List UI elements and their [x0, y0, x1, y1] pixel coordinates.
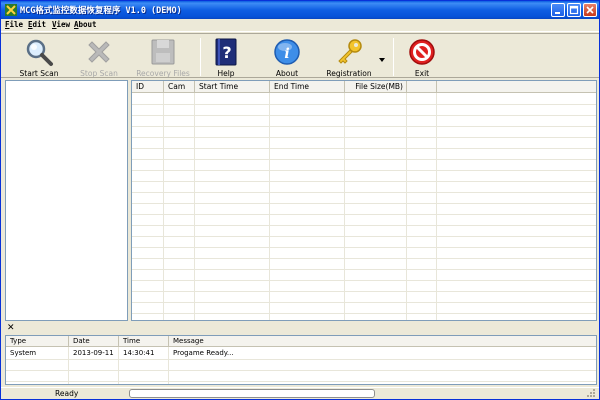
col-date[interactable]: Date: [69, 336, 119, 347]
file-grid[interactable]: ID Cam Start Time End Time File Size(MB): [131, 80, 597, 321]
x-mark-icon: [88, 41, 110, 63]
maximize-icon: [569, 5, 579, 15]
file-grid-header: ID Cam Start Time End Time File Size(MB): [132, 81, 596, 93]
col-time[interactable]: Time: [119, 336, 169, 347]
about-button[interactable]: i About: [265, 36, 309, 78]
log-grid-lines: [6, 347, 596, 384]
toolbar-separator: [393, 38, 394, 76]
start-scan-button[interactable]: Start Scan: [11, 36, 67, 78]
close-button[interactable]: [583, 3, 597, 17]
info-icon: i: [274, 39, 300, 65]
resize-grip-icon[interactable]: [586, 388, 596, 398]
menu-bar: File Edit View About: [1, 19, 599, 32]
exit-button[interactable]: Exit: [403, 36, 441, 78]
key-icon: [338, 39, 362, 64]
scan-progress-bar: [129, 389, 375, 398]
menu-view[interactable]: View: [52, 20, 70, 29]
help-book-icon: ?: [215, 38, 237, 66]
close-icon: [586, 6, 594, 14]
menu-edit[interactable]: Edit: [28, 20, 46, 29]
col-id[interactable]: ID: [132, 81, 164, 93]
app-window: MCG格式监控数据恢复程序 V1.0 (DEMO) File Edit View…: [0, 0, 600, 400]
device-tree[interactable]: [5, 80, 128, 321]
no-entry-icon: [409, 39, 435, 65]
close-log-panel-icon[interactable]: ✕: [7, 323, 15, 333]
menu-file[interactable]: File: [5, 20, 23, 29]
col-file-size[interactable]: File Size(MB): [345, 81, 407, 93]
log-panel-bar: ✕: [5, 323, 597, 333]
maximize-button[interactable]: [567, 3, 581, 17]
file-grid-lines: [132, 93, 596, 320]
minimize-button[interactable]: [551, 3, 565, 17]
log-header: Type Date Time Message: [6, 336, 596, 347]
col-message[interactable]: Message: [169, 336, 596, 347]
col-start-time[interactable]: Start Time: [195, 81, 270, 93]
svg-text:i: i: [284, 46, 289, 62]
title-bar[interactable]: MCG格式监控数据恢复程序 V1.0 (DEMO): [1, 1, 599, 19]
toolbar: Start Scan Stop Scan Recovery Files ? He…: [1, 33, 599, 78]
col-cam[interactable]: Cam: [164, 81, 195, 93]
registration-button[interactable]: Registration: [325, 36, 373, 78]
registration-dropdown-icon[interactable]: [379, 58, 385, 62]
log-list[interactable]: Type Date Time Message System 2013-09-11…: [5, 335, 597, 385]
col-end-time[interactable]: End Time: [270, 81, 345, 93]
window-title: MCG格式监控数据恢复程序 V1.0 (DEMO): [20, 6, 182, 16]
recovery-files-button[interactable]: Recovery Files: [133, 36, 193, 78]
status-text: Ready: [55, 389, 79, 398]
stop-scan-button[interactable]: Stop Scan: [73, 36, 125, 78]
help-button[interactable]: ? Help: [207, 36, 245, 78]
toolbar-separator: [200, 38, 201, 76]
app-icon: [5, 4, 17, 16]
magnifier-icon: [26, 39, 53, 66]
minimize-icon: [555, 12, 560, 14]
svg-text:?: ?: [222, 43, 231, 62]
save-disk-icon: [151, 39, 175, 65]
menu-about[interactable]: About: [74, 20, 97, 29]
col-type[interactable]: Type: [6, 336, 69, 347]
col-filler: [407, 81, 437, 93]
status-bar: Ready: [1, 387, 599, 399]
